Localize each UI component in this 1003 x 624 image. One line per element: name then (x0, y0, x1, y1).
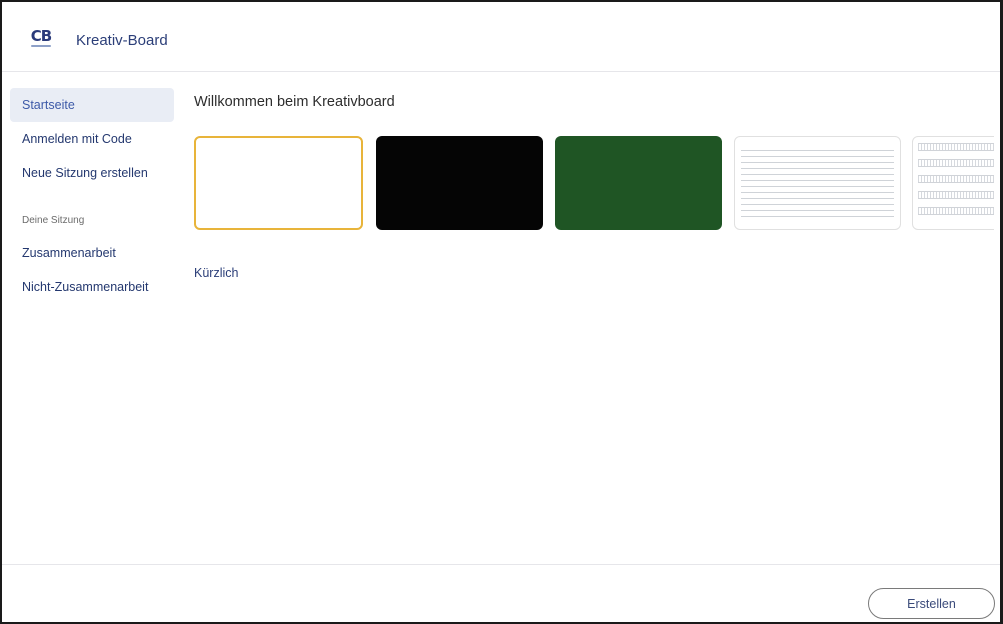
template-gallery (194, 136, 994, 232)
app-logo-icon: CB (30, 27, 52, 47)
recent-section-label: Kürzlich (194, 266, 239, 280)
app-title: Kreativ-Board (76, 32, 168, 49)
footer: Erstellen (2, 564, 1000, 622)
sidebar-section-label: Deine Sitzung (22, 215, 85, 226)
sidebar-item-zusammenarbeit[interactable]: Zusammenarbeit (10, 236, 174, 270)
template-lined-board[interactable] (734, 136, 901, 230)
sidebar-item-startseite[interactable]: Startseite (10, 88, 174, 122)
sidebar-item-nicht-zusammenarbeit[interactable]: Nicht-Zusammenarbeit (10, 270, 174, 304)
header: CB Kreativ-Board (2, 2, 1000, 72)
create-button[interactable]: Erstellen (868, 588, 995, 619)
template-grid-board[interactable] (912, 136, 994, 230)
app-window: CB Kreativ-Board Startseite Anmelden mit… (0, 0, 1003, 624)
page-title: Willkommen beim Kreativboard (194, 94, 395, 110)
sidebar: Startseite Anmelden mit Code Neue Sitzun… (10, 88, 174, 304)
template-black-board[interactable] (376, 136, 543, 230)
template-green-board[interactable] (555, 136, 722, 230)
template-white-board[interactable] (194, 136, 363, 230)
sidebar-item-anmelden-mit-code[interactable]: Anmelden mit Code (10, 122, 174, 156)
sidebar-item-neue-sitzung[interactable]: Neue Sitzung erstellen (10, 156, 174, 190)
